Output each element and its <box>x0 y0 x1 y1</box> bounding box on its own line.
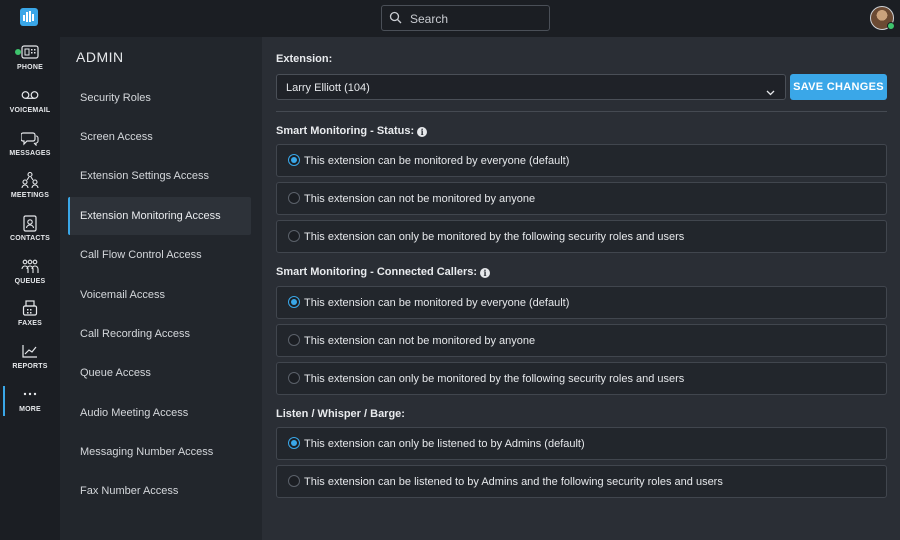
reports-icon <box>0 341 60 361</box>
rail-item-queues[interactable]: QUEUES <box>0 256 60 296</box>
radio-option-status-everyone[interactable]: This extension can be monitored by every… <box>276 144 887 177</box>
radio-option-label: This extension can not be monitored by a… <box>304 193 536 205</box>
rail-item-contacts[interactable]: CONTACTS <box>0 213 60 253</box>
radio-option-label: This extension can be listened to by Adm… <box>304 476 723 488</box>
radio-option-callers-roles[interactable]: This extension can only be monitored by … <box>276 362 887 395</box>
sidebar-item-audio-meeting-access[interactable]: Audio Meeting Access <box>68 394 251 432</box>
rail-label: VOICEMAIL <box>9 107 51 114</box>
rail-label: FAXES <box>18 320 42 327</box>
avatar[interactable] <box>870 6 895 30</box>
section-label-connected-callers: Smart Monitoring - Connected Callers: i <box>276 266 491 278</box>
rail-item-voicemail[interactable]: VOICEMAIL <box>0 85 60 125</box>
sidebar-item-voicemail-access[interactable]: Voicemail Access <box>68 276 251 314</box>
meetings-icon <box>0 170 60 190</box>
save-changes-button[interactable]: SAVE CHANGES <box>790 74 887 100</box>
radio-option-label: This extension can only be monitored by … <box>304 373 685 385</box>
chevron-down-icon <box>766 83 775 101</box>
radio-button-selected[interactable] <box>288 437 300 449</box>
phone-icon <box>0 42 60 62</box>
radio-option-label: This extension can not be monitored by a… <box>304 335 536 347</box>
section-label-text: Smart Monitoring - Status: <box>276 125 415 137</box>
rail-label: MEETINGS <box>10 192 50 199</box>
rail-label: MORE <box>19 406 41 413</box>
sidebar-item-messaging-number-access[interactable]: Messaging Number Access <box>68 433 251 471</box>
extension-label: Extension: <box>276 53 333 65</box>
radio-option-label: This extension can only be listened to b… <box>304 438 585 450</box>
radio-option-listen-admins-roles[interactable]: This extension can be listened to by Adm… <box>276 465 887 498</box>
sidebar-item-call-flow-control-access[interactable]: Call Flow Control Access <box>68 236 251 274</box>
extension-select-value: Larry Elliott (104) <box>286 82 370 94</box>
rail-item-phone[interactable]: PHONE <box>0 42 60 82</box>
radio-option-label: This extension can be monitored by every… <box>304 297 570 309</box>
voicemail-icon <box>0 85 60 105</box>
radio-option-callers-nobody[interactable]: This extension can not be monitored by a… <box>276 324 887 357</box>
search-icon <box>389 11 402 29</box>
radio-button[interactable] <box>288 372 300 384</box>
rail-label: CONTACTS <box>10 235 50 242</box>
radio-button[interactable] <box>288 192 300 204</box>
radio-option-label: This extension can be monitored by every… <box>304 155 570 167</box>
rail-label: QUEUES <box>14 278 46 285</box>
phone-status-dot <box>15 49 21 55</box>
main-panel: Extension: Larry Elliott (104) SAVE CHAN… <box>262 37 900 540</box>
top-bar: Search <box>0 0 900 37</box>
info-icon[interactable]: i <box>417 127 428 137</box>
fax-icon <box>0 298 60 318</box>
sidebar-item-queue-access[interactable]: Queue Access <box>68 354 251 392</box>
rail-item-meetings[interactable]: MEETINGS <box>0 170 60 210</box>
sidebar-item-extension-settings-access[interactable]: Extension Settings Access <box>68 157 251 195</box>
online-status-dot <box>887 22 895 30</box>
radio-option-callers-everyone[interactable]: This extension can be monitored by every… <box>276 286 887 319</box>
radio-option-status-nobody[interactable]: This extension can not be monitored by a… <box>276 182 887 215</box>
radio-option-status-roles[interactable]: This extension can only be monitored by … <box>276 220 887 253</box>
sidebar-item-fax-number-access[interactable]: Fax Number Access <box>68 472 251 510</box>
rail-label: PHONE <box>17 64 43 71</box>
sidebar-item-security-roles[interactable]: Security Roles <box>68 79 251 117</box>
more-icon <box>0 384 60 404</box>
sidebar-item-call-recording-access[interactable]: Call Recording Access <box>68 315 251 353</box>
radio-option-listen-admins[interactable]: This extension can only be listened to b… <box>276 427 887 460</box>
radio-button-selected[interactable] <box>288 296 300 308</box>
queues-icon <box>0 256 60 276</box>
extension-select[interactable]: Larry Elliott (104) <box>276 74 786 100</box>
rail-item-more[interactable]: MORE <box>0 384 60 424</box>
info-icon[interactable]: i <box>480 268 491 278</box>
rail-label: REPORTS <box>12 363 48 370</box>
radio-button[interactable] <box>288 334 300 346</box>
sidebar-item-extension-monitoring-access[interactable]: Extension Monitoring Access <box>68 197 251 235</box>
rail-item-reports[interactable]: REPORTS <box>0 341 60 381</box>
sidebar-item-screen-access[interactable]: Screen Access <box>68 118 251 156</box>
radio-button-selected[interactable] <box>288 154 300 166</box>
radio-button[interactable] <box>288 475 300 487</box>
section-label-listen-whisper-barge: Listen / Whisper / Barge: <box>276 408 405 420</box>
section-label-status: Smart Monitoring - Status: i <box>276 125 428 137</box>
sidebar-title: ADMIN <box>76 49 124 65</box>
app-logo-icon[interactable] <box>20 8 38 26</box>
contacts-icon <box>0 213 60 233</box>
rail-item-faxes[interactable]: FAXES <box>0 298 60 338</box>
admin-sidebar: ADMIN Security Roles Screen Access Exten… <box>60 37 262 540</box>
rail-label: MESSAGES <box>9 150 51 157</box>
messages-icon <box>0 128 60 148</box>
search-placeholder: Search <box>410 12 449 26</box>
left-rail: PHONE VOICEMAIL MESSAGES MEETINGS CONTAC… <box>0 37 60 540</box>
radio-button[interactable] <box>288 230 300 242</box>
section-label-text: Smart Monitoring - Connected Callers: <box>276 266 478 278</box>
divider <box>276 111 887 112</box>
search-input[interactable]: Search <box>381 5 550 31</box>
radio-option-label: This extension can only be monitored by … <box>304 231 685 243</box>
rail-item-messages[interactable]: MESSAGES <box>0 128 60 168</box>
